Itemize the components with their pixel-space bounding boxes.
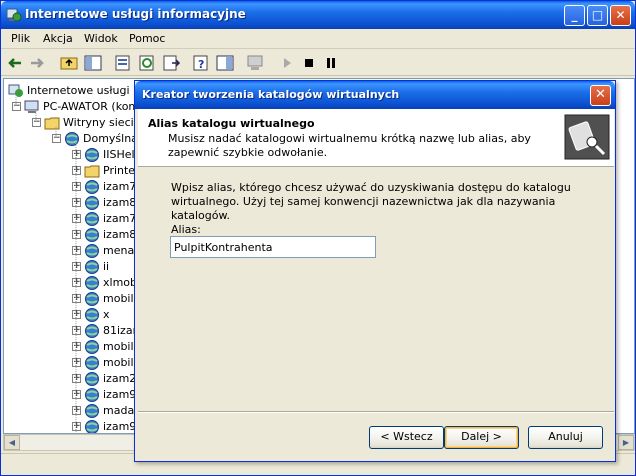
refresh-icon[interactable] bbox=[137, 53, 157, 73]
toolbar: ? bbox=[1, 50, 635, 76]
virtual-dir-globe-icon bbox=[85, 180, 99, 194]
expand-icon[interactable]: + bbox=[72, 166, 81, 175]
virtual-dir-globe-icon bbox=[85, 212, 99, 226]
expand-icon[interactable]: + bbox=[72, 358, 81, 367]
virtual-dir-globe-icon bbox=[85, 228, 99, 242]
expand-icon[interactable]: + bbox=[72, 406, 81, 415]
collapse-icon[interactable]: − bbox=[12, 102, 21, 111]
expand-icon[interactable]: + bbox=[72, 310, 81, 319]
computer-icon[interactable] bbox=[245, 53, 265, 73]
close-button[interactable]: ✕ bbox=[610, 5, 631, 26]
header-title: Alias katalogu wirtualnego bbox=[148, 117, 315, 130]
virtual-dir-globe-icon bbox=[85, 356, 99, 370]
virtual-dir-globe-icon bbox=[85, 420, 99, 433]
virtual-dir-globe-icon bbox=[85, 260, 99, 274]
properties-icon[interactable] bbox=[113, 53, 133, 73]
virtual-dir-globe-icon bbox=[85, 244, 99, 258]
menu-plik[interactable]: Plik bbox=[11, 32, 30, 45]
virtual-dir-globe-icon bbox=[85, 148, 99, 162]
virtual-dir-globe-icon bbox=[85, 308, 99, 322]
virtual-dir-globe-icon bbox=[85, 292, 99, 306]
folder-icon bbox=[44, 117, 60, 130]
expand-icon[interactable]: + bbox=[72, 198, 81, 207]
dialog-title-bar[interactable]: Kreator tworzenia katalogów wirtualnych … bbox=[135, 81, 615, 109]
expand-icon[interactable]: + bbox=[72, 422, 81, 431]
virtual-dir-globe-icon bbox=[85, 404, 99, 418]
alias-label: Alias: bbox=[171, 223, 201, 236]
folder-icon bbox=[84, 165, 100, 178]
title-bar[interactable]: Internetowe usługi informacyjne _ □ ✕ bbox=[1, 1, 635, 29]
expand-icon[interactable]: + bbox=[72, 326, 81, 335]
collapse-icon[interactable]: − bbox=[32, 118, 41, 127]
forward-arrow-icon[interactable] bbox=[27, 53, 47, 73]
expand-icon[interactable]: + bbox=[72, 182, 81, 191]
alias-input[interactable] bbox=[170, 236, 376, 258]
expand-icon[interactable]: + bbox=[72, 230, 81, 239]
collapse-icon[interactable]: − bbox=[52, 134, 61, 143]
next-button[interactable]: Dalej > bbox=[444, 426, 519, 449]
menu-akcja[interactable]: Akcja bbox=[43, 32, 73, 45]
virtual-dir-globe-icon bbox=[85, 372, 99, 386]
tree-label: x bbox=[103, 308, 110, 321]
window-title: Internetowe usługi informacyjne bbox=[25, 7, 246, 21]
globe-icon bbox=[65, 132, 79, 146]
expand-icon[interactable]: + bbox=[72, 278, 81, 287]
virtual-dir-globe-icon bbox=[85, 276, 99, 290]
up-folder-icon[interactable] bbox=[59, 53, 79, 73]
wizard-dialog: Kreator tworzenia katalogów wirtualnych … bbox=[134, 80, 616, 462]
show-tree-icon[interactable] bbox=[83, 53, 103, 73]
virtual-dir-globe-icon bbox=[85, 324, 99, 338]
console-tree-icon[interactable] bbox=[215, 53, 235, 73]
expand-icon[interactable]: + bbox=[72, 342, 81, 351]
iis-icon bbox=[8, 84, 23, 97]
help-icon[interactable]: ? bbox=[191, 53, 211, 73]
export-list-icon[interactable] bbox=[161, 53, 181, 73]
svg-text:?: ? bbox=[198, 58, 204, 71]
tree-label: ii bbox=[103, 260, 110, 273]
scroll-right-icon[interactable]: ▶ bbox=[618, 435, 634, 450]
close-icon: ✕ bbox=[595, 87, 606, 102]
back-button[interactable]: < Wstecz bbox=[369, 426, 444, 449]
back-arrow-icon[interactable] bbox=[5, 53, 25, 73]
cancel-button[interactable]: Anuluj bbox=[528, 426, 603, 449]
tree-label: izam9 bbox=[103, 420, 137, 433]
computer-icon bbox=[24, 100, 39, 113]
expand-icon[interactable]: + bbox=[72, 294, 81, 303]
stop-icon[interactable] bbox=[299, 53, 319, 73]
wizard-header: Alias katalogu wirtualnego Musisz nadać … bbox=[138, 109, 614, 167]
wizard-icon bbox=[564, 114, 610, 160]
minimize-button[interactable]: _ bbox=[564, 5, 585, 26]
virtual-dir-globe-icon bbox=[85, 340, 99, 354]
menu-bar: Plik Akcja Widok Pomoc bbox=[1, 29, 635, 49]
menu-pomoc[interactable]: Pomoc bbox=[129, 32, 165, 45]
expand-icon[interactable]: + bbox=[72, 262, 81, 271]
virtual-dir-globe-icon bbox=[85, 388, 99, 402]
close-icon: ✕ bbox=[615, 8, 626, 22]
play-icon[interactable] bbox=[277, 53, 297, 73]
expand-icon[interactable]: + bbox=[72, 374, 81, 383]
virtual-dir-globe-icon bbox=[85, 196, 99, 210]
menu-widok[interactable]: Widok bbox=[84, 32, 118, 45]
expand-icon[interactable]: + bbox=[72, 150, 81, 159]
separator bbox=[138, 411, 614, 413]
instructions-text: Wpisz alias, którego chcesz używać do uz… bbox=[171, 181, 571, 222]
scroll-left-icon[interactable]: ◀ bbox=[4, 435, 20, 450]
expand-icon[interactable]: + bbox=[72, 246, 81, 255]
minimize-icon: _ bbox=[571, 8, 578, 22]
expand-icon[interactable]: + bbox=[72, 390, 81, 399]
header-subtitle: Musisz nadać katalogowi wirtualnemu krót… bbox=[168, 132, 531, 159]
maximize-icon: □ bbox=[591, 8, 604, 22]
dialog-title: Kreator tworzenia katalogów wirtualnych bbox=[142, 88, 400, 101]
iis-app-icon bbox=[6, 8, 22, 22]
expand-icon[interactable]: + bbox=[72, 214, 81, 223]
maximize-button[interactable]: □ bbox=[587, 5, 608, 26]
pause-icon[interactable] bbox=[321, 53, 341, 73]
dialog-close-button[interactable]: ✕ bbox=[590, 85, 611, 106]
